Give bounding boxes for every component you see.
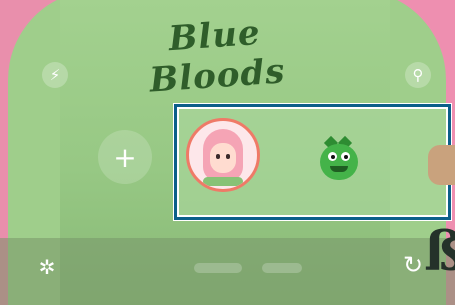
camera-screen: Blue Bloods ⚡ ⚲ + ✲ ↻ ß (0, 0, 455, 305)
sweater-text: Blue Bloods (148, 12, 287, 101)
dino-eye (341, 152, 350, 161)
mode-indicator (194, 263, 242, 273)
dino-eye (328, 152, 337, 161)
pink-haired-girl-avatar[interactable] (186, 118, 260, 192)
avatar-eye (226, 154, 230, 159)
avatar-tag (203, 177, 243, 186)
avatar-face (210, 143, 236, 173)
flash-icon[interactable]: ⚡ (42, 62, 68, 88)
avatar-eye (216, 154, 220, 159)
dino-body (320, 144, 358, 180)
person-icon[interactable]: ⚲ (405, 62, 431, 88)
partial-avatar[interactable] (428, 145, 455, 185)
sweater-print-fragment: ß (424, 219, 455, 283)
settings-icon[interactable]: ✲ (34, 254, 60, 280)
add-avatar-button[interactable]: + (98, 130, 152, 184)
mode-indicator (262, 263, 302, 273)
green-dinosaur-avatar[interactable] (318, 135, 360, 182)
